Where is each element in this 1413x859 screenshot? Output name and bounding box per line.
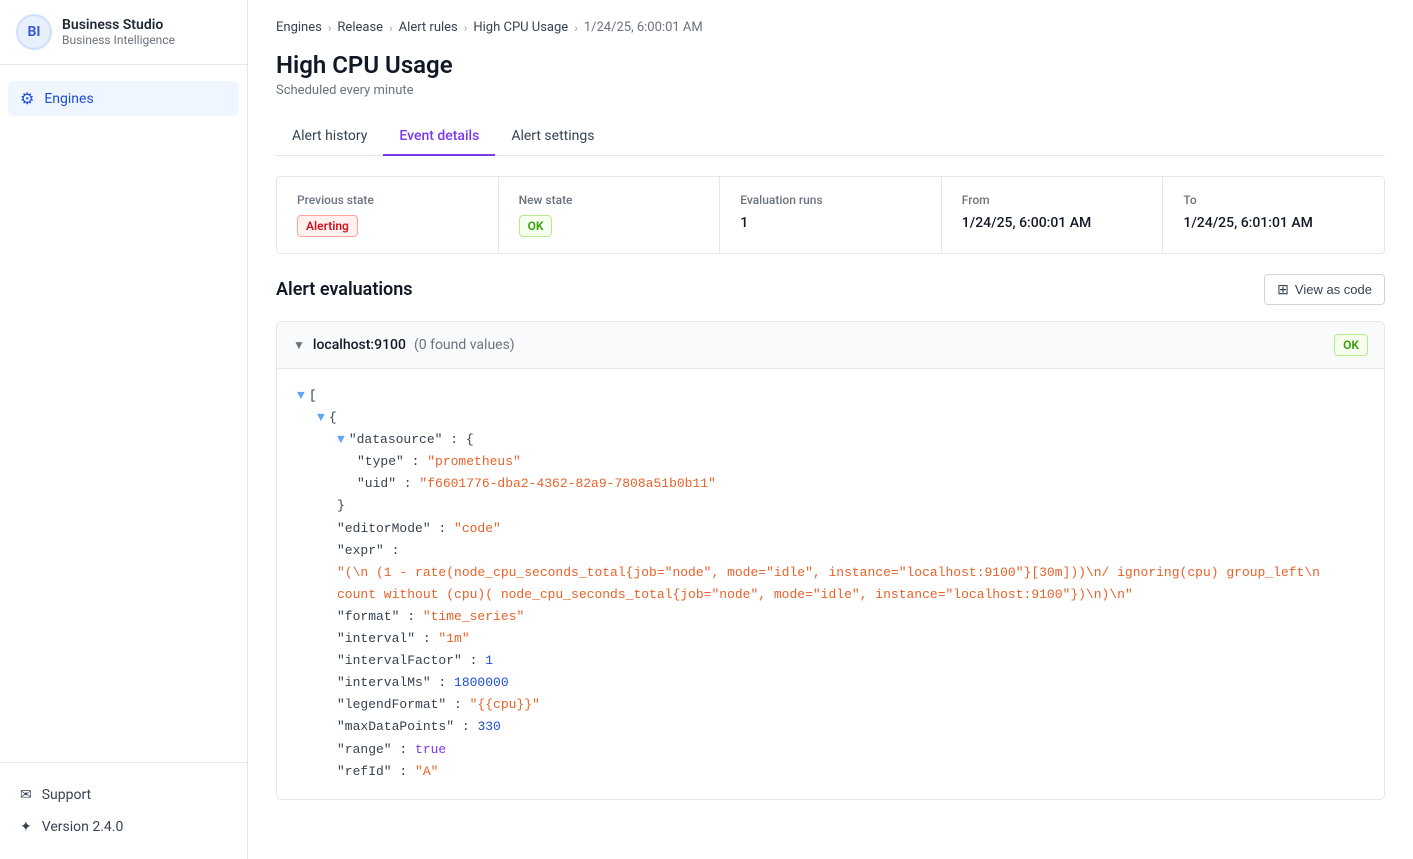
- code-content: ▼[ ▼{ ▼"datasource" : { "type" : "promet…: [277, 369, 1384, 799]
- sidebar-bottom: ✉ Support ✦ Version 2.4.0: [0, 762, 247, 859]
- ok-badge: OK: [519, 215, 553, 237]
- alerting-badge: Alerting: [297, 215, 358, 237]
- info-card-previous-state: Previous state Alerting: [277, 177, 499, 253]
- breadcrumb-sep-3: ›: [464, 21, 468, 35]
- breadcrumb-sep-4: ›: [574, 21, 578, 35]
- info-card-to: To 1/24/25, 6:01:01 AM: [1163, 177, 1384, 253]
- sidebar-logo: BI Business Studio Business Intelligence: [0, 0, 247, 65]
- info-card-new-state: New state OK: [499, 177, 721, 253]
- collapse-icon[interactable]: ▼: [293, 338, 305, 352]
- sidebar: BI Business Studio Business Intelligence…: [0, 0, 248, 859]
- info-cards: Previous state Alerting New state OK Eva…: [276, 176, 1385, 254]
- eval-runs-label: Evaluation runs: [740, 193, 921, 207]
- breadcrumb-high-cpu[interactable]: High CPU Usage: [473, 20, 568, 35]
- sidebar-nav: ⚙ Engines: [0, 65, 247, 762]
- engines-icon: ⚙: [20, 89, 34, 108]
- app-name: Business Studio: [62, 17, 175, 33]
- code-panel-header: ▼ localhost:9100 (0 found values) OK: [277, 322, 1384, 369]
- app-subtitle: Business Intelligence: [62, 33, 175, 47]
- code-icon: ⊞: [1277, 281, 1289, 298]
- breadcrumb-sep-1: ›: [328, 21, 332, 35]
- page-title: High CPU Usage: [276, 51, 1385, 79]
- evaluations-header: Alert evaluations ⊞ View as code: [276, 274, 1385, 305]
- sidebar-item-version: ✦ Version 2.4.0: [8, 811, 239, 843]
- from-label: From: [962, 193, 1143, 207]
- tab-bar: Alert history Event details Alert settin…: [276, 118, 1385, 156]
- previous-state-value: Alerting: [297, 215, 478, 237]
- sidebar-item-engines-label: Engines: [44, 91, 93, 107]
- panel-host: localhost:9100: [313, 337, 406, 353]
- breadcrumb-timestamp: 1/24/25, 6:00:01 AM: [584, 20, 703, 35]
- view-as-code-button[interactable]: ⊞ View as code: [1264, 274, 1385, 305]
- code-panel-title: ▼ localhost:9100 (0 found values): [293, 337, 515, 353]
- tab-event-details[interactable]: Event details: [383, 118, 495, 156]
- info-card-eval-runs: Evaluation runs 1: [720, 177, 942, 253]
- code-panel: ▼ localhost:9100 (0 found values) OK ▼[ …: [276, 321, 1385, 800]
- new-state-label: New state: [519, 193, 700, 207]
- panel-status-badge: OK: [1334, 334, 1368, 356]
- breadcrumb: Engines › Release › Alert rules › High C…: [276, 20, 1385, 35]
- app-logo-icon: BI: [16, 14, 52, 50]
- tab-alert-history[interactable]: Alert history: [276, 118, 383, 156]
- version-icon: ✦: [20, 819, 32, 835]
- sidebar-item-engines[interactable]: ⚙ Engines: [8, 81, 239, 116]
- sidebar-item-support[interactable]: ✉ Support: [8, 779, 239, 811]
- content-area: Engines › Release › Alert rules › High C…: [248, 0, 1413, 859]
- previous-state-label: Previous state: [297, 193, 478, 207]
- from-value: 1/24/25, 6:00:01 AM: [962, 215, 1143, 231]
- page-subtitle: Scheduled every minute: [276, 83, 1385, 98]
- to-label: To: [1183, 193, 1364, 207]
- to-value: 1/24/25, 6:01:01 AM: [1183, 215, 1364, 231]
- evaluations-title: Alert evaluations: [276, 279, 413, 300]
- found-values: (0 found values): [414, 337, 515, 353]
- sidebar-version-label: Version 2.4.0: [42, 819, 124, 835]
- main-content: Engines › Release › Alert rules › High C…: [248, 0, 1413, 859]
- breadcrumb-engines[interactable]: Engines: [276, 20, 322, 35]
- breadcrumb-sep-2: ›: [389, 21, 393, 35]
- breadcrumb-alert-rules[interactable]: Alert rules: [399, 20, 458, 35]
- new-state-value: OK: [519, 215, 700, 237]
- view-code-label: View as code: [1295, 282, 1372, 297]
- support-icon: ✉: [20, 787, 32, 803]
- breadcrumb-release[interactable]: Release: [337, 20, 383, 35]
- eval-runs-value: 1: [740, 215, 921, 231]
- sidebar-support-label: Support: [42, 787, 91, 803]
- sidebar-logo-text: Business Studio Business Intelligence: [62, 17, 175, 47]
- info-card-from: From 1/24/25, 6:00:01 AM: [942, 177, 1164, 253]
- tab-alert-settings[interactable]: Alert settings: [495, 118, 610, 156]
